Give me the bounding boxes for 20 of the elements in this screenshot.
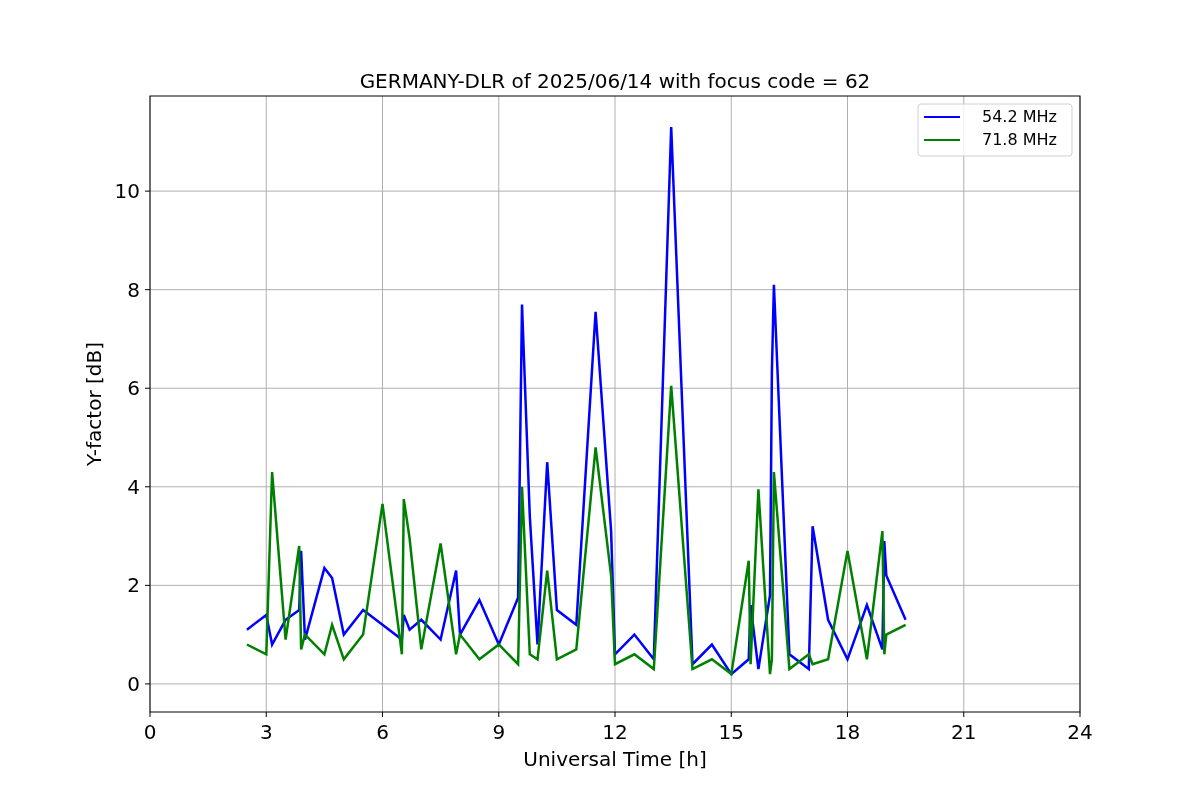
x-tick-label: 12 xyxy=(602,720,628,744)
chart-title: GERMANY-DLR of 2025/06/14 with focus code = 62 xyxy=(359,69,871,93)
x-axis-label: Universal Time [h] xyxy=(523,747,707,771)
legend-label: 71.8 MHz xyxy=(982,130,1057,149)
legend-label: 54.2 MHz xyxy=(982,107,1057,126)
x-tick-label: 18 xyxy=(834,720,861,744)
y-tick-label: 0 xyxy=(127,671,140,696)
y-tick-label: 8 xyxy=(127,277,140,302)
y-tick-label: 10 xyxy=(114,179,140,204)
x-tick-label: 15 xyxy=(718,720,744,744)
y-tick-label: 2 xyxy=(127,573,140,598)
x-tick-label: 0 xyxy=(143,720,157,744)
x-tick-label: 6 xyxy=(376,720,389,744)
y-tick-label: 6 xyxy=(127,376,140,401)
y-tick-label: 4 xyxy=(127,474,140,499)
x-tick-label: 3 xyxy=(259,720,273,744)
y-axis-label: Y-factor [dB] xyxy=(82,342,106,466)
x-tick-label: 24 xyxy=(1067,720,1093,744)
x-tick-label: 21 xyxy=(951,720,977,744)
x-tick-label: 9 xyxy=(492,720,506,744)
